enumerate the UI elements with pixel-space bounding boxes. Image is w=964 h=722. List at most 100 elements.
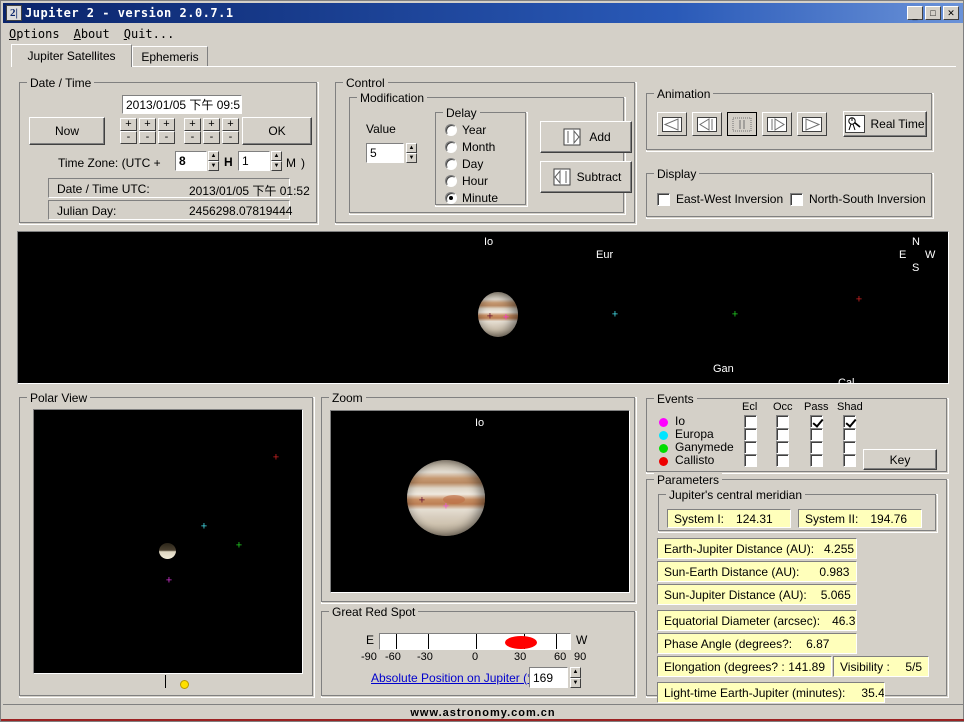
events-checkbox-ganymede-ecl[interactable]: [744, 441, 757, 454]
elongation-label: Elongation (degrees? :: [664, 659, 785, 674]
events-checkbox-io-pass[interactable]: [810, 415, 823, 428]
time-second-plus-button[interactable]: +: [222, 118, 239, 131]
display-group: Display East-West Inversion North-South …: [646, 167, 934, 219]
events-checkbox-ganymede-pass[interactable]: [810, 441, 823, 454]
events-checkbox-callisto-occ[interactable]: [776, 454, 789, 467]
field-value: 46.3: [832, 613, 856, 628]
events-checkbox-europa-occ[interactable]: [776, 428, 789, 441]
value-spinner[interactable]: ▲ ▼: [406, 143, 417, 163]
sun-icon: [180, 680, 189, 689]
sky-moon-label-io: Io: [484, 236, 494, 248]
time-second-minus-button[interactable]: -: [222, 131, 239, 144]
spinner-down-icon[interactable]: ▼: [570, 677, 581, 688]
spinner-up-icon[interactable]: ▲: [271, 151, 282, 161]
timezone-hours-input[interactable]: 8: [175, 151, 207, 171]
sky-view-canvas[interactable]: N E W S Io Eur Gan Cal + + + + +: [17, 231, 949, 384]
subtract-button[interactable]: Subtract: [540, 161, 632, 193]
display-group-label: Display: [654, 167, 700, 181]
grs-tick-label: -60: [385, 651, 401, 663]
website-label: www.astronomy.com.cn: [410, 707, 556, 719]
timezone-minutes-input[interactable]: 1: [238, 151, 270, 171]
real-time-button[interactable]: Real Time: [843, 111, 927, 137]
time-minute-plus-button[interactable]: +: [203, 118, 220, 131]
grs-slider-track[interactable]: [379, 633, 571, 650]
visibility-label: Visibility :: [840, 659, 890, 674]
spinner-down-icon[interactable]: ▼: [406, 153, 417, 163]
system-1-value: 124.31: [736, 511, 773, 526]
zoom-view-group: Zoom Io + +: [321, 391, 637, 604]
sun-jupiter-distance-field: Sun-Jupiter Distance (AU): 5.065: [657, 584, 857, 605]
elongation-field: Elongation (degrees? : 141.89: [657, 656, 832, 677]
zoom-view-canvas[interactable]: Io + +: [330, 410, 630, 593]
menu-item-about[interactable]: About: [74, 27, 110, 41]
radio-delay-hour[interactable]: Hour: [445, 174, 488, 188]
rewind-step-icon[interactable]: [692, 112, 722, 136]
events-checkbox-ganymede-occ[interactable]: [776, 441, 789, 454]
field-value: 4.255: [824, 541, 855, 556]
spinner-down-icon[interactable]: ▼: [271, 161, 282, 171]
grs-position-spinner[interactable]: ▲ ▼: [570, 667, 581, 688]
date-month-minus-button[interactable]: -: [139, 131, 156, 144]
utc-label: Date / Time UTC:: [57, 182, 150, 196]
spinner-up-icon[interactable]: ▲: [406, 143, 417, 153]
minimize-icon[interactable]: _: [907, 6, 923, 20]
date-year-plus-button[interactable]: +: [120, 118, 137, 131]
tab-ephemeris[interactable]: Ephemeris: [132, 46, 208, 67]
ok-button[interactable]: OK: [242, 117, 312, 145]
checkbox-indicator: [790, 192, 803, 206]
events-checkbox-io-occ[interactable]: [776, 415, 789, 428]
date-day-plus-button[interactable]: +: [158, 118, 175, 131]
pause-icon[interactable]: [727, 112, 757, 136]
time-hour-plus-button[interactable]: +: [184, 118, 201, 131]
spinner-down-icon[interactable]: ▼: [208, 161, 219, 171]
system-2-value: 194.76: [870, 511, 908, 526]
now-button[interactable]: Now: [29, 117, 105, 145]
field-label: Sun-Jupiter Distance (AU):: [664, 587, 807, 602]
events-checkbox-callisto-shad[interactable]: [843, 454, 856, 467]
spinner-up-icon[interactable]: ▲: [208, 151, 219, 161]
grs-position-input[interactable]: 169: [529, 667, 568, 688]
events-checkbox-europa-shad[interactable]: [843, 428, 856, 441]
menu-item-options[interactable]: Options: [9, 27, 60, 41]
key-button[interactable]: Key: [863, 449, 937, 470]
events-checkbox-europa-pass[interactable]: [810, 428, 823, 441]
hours-unit-label: H: [224, 155, 233, 169]
polar-view-canvas[interactable]: + + + +: [33, 409, 303, 674]
events-checkbox-io-shad[interactable]: [843, 415, 856, 428]
absolute-position-link[interactable]: Absolute Position on Jupiter (°: [371, 671, 532, 685]
radio-delay-month[interactable]: Month: [445, 140, 495, 154]
checkbox-east-west-inversion[interactable]: East-West Inversion: [657, 192, 783, 206]
tab-jupiter-satellites[interactable]: Jupiter Satellites: [11, 44, 132, 67]
events-checkbox-callisto-pass[interactable]: [810, 454, 823, 467]
events-checkbox-europa-ecl[interactable]: [744, 428, 757, 441]
events-checkbox-ganymede-shad[interactable]: [843, 441, 856, 454]
close-icon[interactable]: ✕: [943, 6, 959, 20]
rewind-fast-icon[interactable]: [657, 112, 687, 136]
date-year-minus-button[interactable]: -: [120, 131, 137, 144]
spinner-up-icon[interactable]: ▲: [570, 667, 581, 678]
time-minute-minus-button[interactable]: -: [203, 131, 220, 144]
grs-tick-label: 90: [574, 651, 587, 663]
events-checkbox-io-ecl[interactable]: [744, 415, 757, 428]
radio-delay-year[interactable]: Year: [445, 123, 486, 137]
grs-spot-indicator[interactable]: [505, 636, 537, 649]
menu-item-quit[interactable]: Quit...: [124, 27, 175, 41]
add-button[interactable]: Add: [540, 121, 632, 153]
radio-delay-minute[interactable]: Minute: [445, 191, 498, 205]
maximize-icon[interactable]: □: [925, 6, 941, 20]
timezone-minutes-spinner[interactable]: ▲ ▼: [271, 151, 282, 171]
radio-delay-day[interactable]: Day: [445, 157, 483, 171]
play-fast-icon[interactable]: [797, 112, 827, 136]
timezone-hours-spinner[interactable]: ▲ ▼: [208, 151, 219, 171]
checkbox-label: North-South Inversion: [809, 192, 926, 206]
app-icon: 2|: [6, 5, 22, 21]
value-input[interactable]: 5: [366, 143, 404, 163]
events-checkbox-callisto-ecl[interactable]: [744, 454, 757, 467]
date-month-plus-button[interactable]: +: [139, 118, 156, 131]
date-day-minus-button[interactable]: -: [158, 131, 175, 144]
play-step-icon[interactable]: [762, 112, 792, 136]
checkbox-north-south-inversion[interactable]: North-South Inversion: [790, 192, 926, 206]
datetime-input[interactable]: 2013/01/05 下午 09:5: [122, 95, 242, 114]
light-time-value: 35.42: [861, 685, 885, 700]
time-hour-minus-button[interactable]: -: [184, 131, 201, 144]
